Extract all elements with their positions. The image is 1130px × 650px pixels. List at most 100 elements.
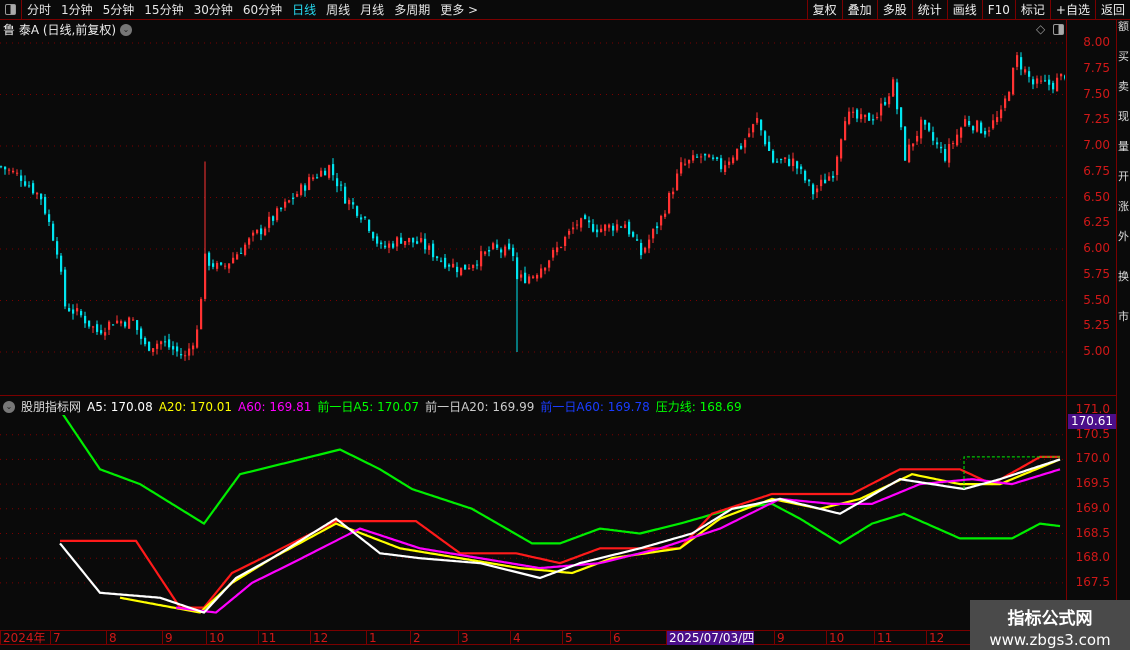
side-label-1[interactable]: 买 — [1118, 50, 1130, 80]
candle-up — [568, 230, 571, 235]
candle-down — [372, 232, 375, 239]
candle-down — [448, 264, 451, 267]
candle-down — [332, 164, 335, 176]
candle-down — [1064, 75, 1065, 79]
candle-up — [1040, 80, 1043, 82]
toolbar-button-5[interactable]: F10 — [981, 0, 1015, 20]
panel-toggle-icon[interactable] — [0, 0, 22, 20]
candle-up — [520, 274, 523, 278]
side-label-5[interactable]: 开 — [1118, 170, 1130, 200]
candle-down — [804, 170, 807, 181]
price-tick: 7.50 — [1083, 86, 1110, 101]
candle-down — [588, 220, 591, 223]
candle-up — [860, 114, 863, 119]
toolbar-button-1[interactable]: 叠加 — [841, 0, 877, 20]
candle-up — [756, 118, 759, 123]
time-label: 4 — [510, 631, 521, 645]
tab-period-8[interactable]: 月线 — [355, 1, 389, 18]
side-panel-strip[interactable]: 额买卖现量开涨外换市 — [1118, 20, 1130, 650]
candle-up — [188, 348, 191, 356]
tab-period-9[interactable]: 多周期 — [389, 1, 435, 18]
candle-down — [4, 166, 7, 170]
side-label-4[interactable]: 量 — [1118, 140, 1130, 170]
tab-period-3[interactable]: 15分钟 — [139, 1, 188, 18]
candle-up — [732, 157, 735, 164]
candle-up — [16, 172, 19, 174]
tab-period-6[interactable]: 日线 — [287, 1, 321, 18]
candle-up — [248, 238, 251, 245]
tab-period-1[interactable]: 1分钟 — [56, 1, 98, 18]
toolbar-button-7[interactable]: +自选 — [1049, 0, 1095, 20]
toolbar-buttons: 复权 叠加 多股 统计 画线 F10 标记 +自选 返回 — [806, 0, 1130, 20]
candle-down — [416, 241, 419, 244]
tab-period-2[interactable]: 5分钟 — [98, 1, 140, 18]
candle-up — [840, 139, 843, 159]
candle-down — [440, 260, 443, 262]
toolbar-button-2[interactable]: 多股 — [876, 0, 912, 20]
tab-period-7[interactable]: 周线 — [321, 1, 355, 18]
toolbar-button-0[interactable]: 复权 — [806, 0, 842, 20]
side-label-6[interactable]: 涨 — [1118, 200, 1130, 230]
watermark: 指标公式网 www.zbgs3.com — [970, 600, 1130, 650]
candle-down — [44, 196, 47, 214]
candle-up — [1000, 109, 1003, 119]
candle-up — [552, 249, 555, 258]
candle-up — [120, 321, 123, 324]
side-label-3[interactable]: 现 — [1118, 110, 1130, 140]
candle-up — [1036, 78, 1039, 84]
candle-up — [1024, 69, 1027, 73]
indicator-value-1: A20: 170.01 — [158, 399, 233, 414]
candle-down — [40, 193, 43, 200]
candle-up — [452, 263, 455, 268]
toolbar-button-6[interactable]: 标记 — [1014, 0, 1050, 20]
candle-up — [1016, 55, 1019, 67]
candle-down — [612, 225, 615, 231]
candle-down — [48, 214, 51, 222]
time-label: 3 — [458, 631, 469, 645]
candle-up — [532, 276, 535, 278]
candle-up — [288, 200, 291, 203]
price-chart[interactable] — [0, 20, 1065, 395]
candle-up — [76, 308, 79, 312]
candle-up — [784, 157, 787, 160]
toolbar-button-4[interactable]: 画线 — [946, 0, 982, 20]
candle-up — [300, 184, 303, 195]
candle-up — [420, 238, 423, 242]
candle-up — [184, 355, 187, 357]
indicator-tick: 167.5 — [1075, 574, 1110, 589]
time-label: 12 — [310, 631, 328, 645]
chevron-down-icon[interactable]: ⌄ — [3, 400, 15, 413]
candle-up — [224, 265, 227, 267]
side-label-7[interactable]: 外 — [1118, 230, 1130, 270]
candle-down — [0, 166, 3, 168]
time-label: 10 — [826, 631, 844, 645]
candle-up — [680, 162, 683, 174]
tab-period-10[interactable]: 更多 > — [435, 1, 483, 18]
pane-divider[interactable] — [0, 395, 1117, 396]
indicator-chart[interactable] — [0, 415, 1065, 630]
toolbar-button-8[interactable]: 返回 — [1094, 0, 1130, 20]
candle-down — [60, 255, 63, 272]
candle-down — [1020, 57, 1023, 70]
side-label-9[interactable]: 市 — [1118, 310, 1130, 350]
candle-down — [400, 237, 403, 244]
tab-period-0[interactable]: 分时 — [22, 1, 56, 18]
side-label-0[interactable]: 额 — [1118, 20, 1130, 50]
candle-down — [872, 119, 875, 121]
tab-period-4[interactable]: 30分钟 — [189, 1, 238, 18]
candle-up — [852, 111, 855, 113]
candle-down — [1028, 71, 1031, 77]
candle-down — [896, 82, 899, 110]
candle-down — [772, 150, 775, 163]
tab-period-5[interactable]: 60分钟 — [238, 1, 287, 18]
toolbar-button-3[interactable]: 统计 — [911, 0, 947, 20]
candle-up — [388, 243, 391, 248]
side-label-8[interactable]: 换 — [1118, 270, 1130, 310]
side-label-2[interactable]: 卖 — [1118, 80, 1130, 110]
candle-down — [380, 242, 383, 245]
indicator-tick: 169.0 — [1075, 500, 1110, 515]
candle-down — [932, 132, 935, 141]
candle-down — [800, 166, 803, 170]
price-tick: 6.25 — [1083, 215, 1110, 230]
candle-down — [596, 229, 599, 233]
